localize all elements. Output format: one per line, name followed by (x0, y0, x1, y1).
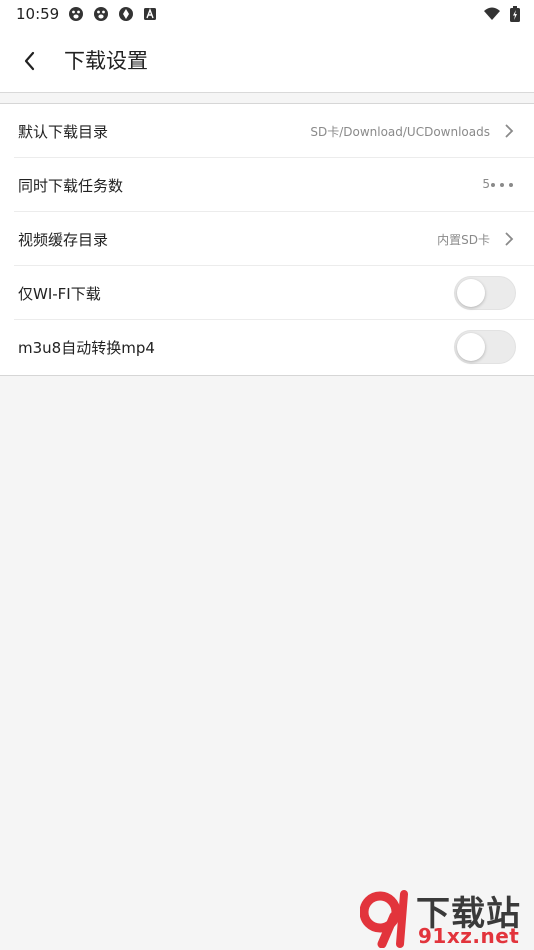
wifi-icon (484, 7, 500, 20)
row-label: m3u8自动转换mp4 (18, 339, 155, 357)
baidu-paw-icon (69, 7, 83, 21)
system-icons (483, 6, 520, 22)
row-label: 视频缓存目录 (18, 231, 109, 249)
toggle-knob (457, 279, 485, 307)
aperture-icon (119, 7, 133, 21)
row-value: SD卡/Download/UCDownloads (310, 125, 490, 139)
watermark: 下载站 91xz.net (360, 886, 532, 948)
toggle-knob (457, 333, 485, 361)
more-horizontal-icon[interactable] (491, 183, 513, 187)
notification-icons (68, 6, 157, 22)
91-logo-icon (360, 890, 408, 948)
status-time: 10:59 (16, 5, 60, 23)
row-label: 同时下载任务数 (18, 177, 124, 195)
settings-list: 默认下载目录 SD卡/Download/UCDownloads 同时下载任务数 … (0, 103, 534, 376)
m3u8-convert-toggle[interactable] (454, 330, 516, 364)
concurrent-tasks-row[interactable]: 同时下载任务数 5 (14, 158, 534, 212)
wifi-only-toggle[interactable] (454, 276, 516, 310)
row-label: 仅WI-FI下载 (18, 285, 101, 303)
wifi-only-row: 仅WI-FI下载 (14, 266, 534, 320)
m3u8-convert-row: m3u8自动转换mp4 (14, 320, 534, 374)
watermark-url: 91xz.net (418, 924, 520, 948)
row-value: 内置SD卡 (437, 233, 490, 247)
page-title: 下载设置 (64, 49, 148, 73)
video-cache-dir-row[interactable]: 视频缓存目录 内置SD卡 (14, 212, 534, 266)
battery-charging-icon (510, 6, 520, 22)
chevron-left-icon (24, 51, 35, 71)
row-value: 5 (482, 177, 490, 191)
default-download-dir-row[interactable]: 默认下载目录 SD卡/Download/UCDownloads (14, 104, 534, 158)
back-button[interactable] (16, 47, 44, 75)
chevron-right-icon (505, 232, 514, 246)
text-a-icon (144, 8, 156, 20)
status-bar: 10:59 (0, 0, 534, 28)
chevron-right-icon (505, 124, 514, 138)
baidu-paw-icon (94, 7, 108, 21)
app-bar: 下载设置 (0, 28, 534, 93)
row-label: 默认下载目录 (18, 123, 109, 141)
